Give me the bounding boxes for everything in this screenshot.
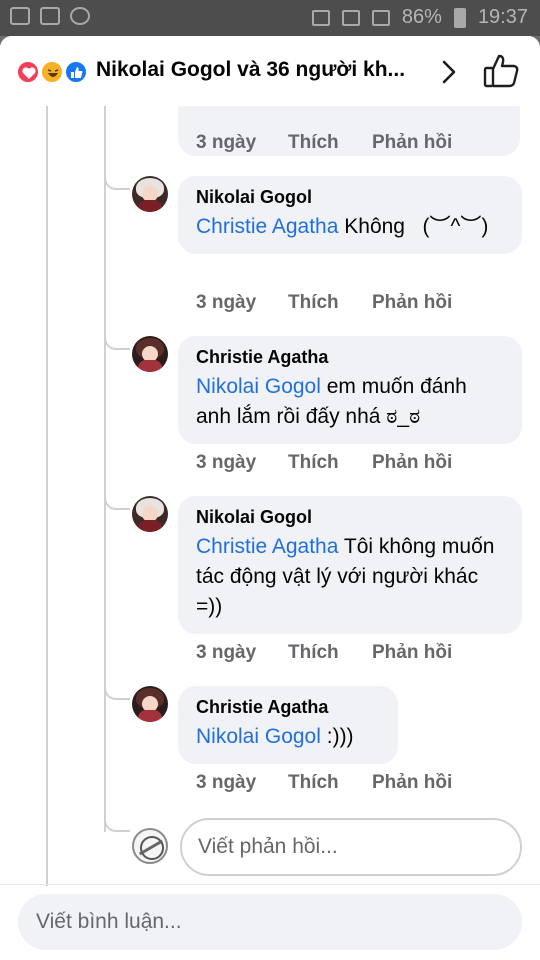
reply-input[interactable]: Viết phản hồi... xyxy=(180,818,522,876)
comment-time: 3 ngày xyxy=(196,132,257,153)
comment-input[interactable]: Viết bình luận... xyxy=(18,894,522,950)
comment-bubble: Nikolai Gogol Christie Agatha Tôi không … xyxy=(178,496,522,634)
reactions-title[interactable]: Nikolai Gogol và 36 người kh... xyxy=(96,58,426,82)
like-link[interactable]: Thích xyxy=(288,132,372,158)
reply-link[interactable]: Phản hồi xyxy=(372,642,452,668)
comment-bubble: Nikolai Gogol Christie Agatha Không (︶^︶… xyxy=(178,176,522,254)
comment-author[interactable]: Nikolai Gogol xyxy=(196,186,504,208)
comment-actions: 3 ngày Thích Phản hồi xyxy=(196,132,452,158)
love-icon xyxy=(16,60,40,84)
comment-text: Christie Agatha Tôi không muốn tác động … xyxy=(196,532,504,622)
mention-link[interactable]: Nikolai Gogol xyxy=(196,375,321,398)
thread-line xyxy=(46,106,48,886)
comment-author[interactable]: Christie Agatha xyxy=(196,346,504,368)
divider xyxy=(0,884,540,885)
reply-link[interactable]: Phản hồi xyxy=(372,772,452,798)
comment-author[interactable]: Nikolai Gogol xyxy=(196,506,504,528)
reaction-summary[interactable] xyxy=(16,60,92,84)
status-bar: 86% 19:37 xyxy=(0,0,540,36)
image-notification-icon xyxy=(40,7,60,25)
like-button-icon[interactable] xyxy=(482,52,520,90)
comment-body: :))) xyxy=(320,725,354,748)
comment-text: Christie Agatha Không (︶^︶) xyxy=(196,212,504,242)
comment-time: 3 ngày xyxy=(196,452,257,473)
comment-time: 3 ngày xyxy=(196,772,257,793)
notification-icon xyxy=(10,7,30,25)
reply-connector xyxy=(104,176,130,190)
mention-link[interactable]: Nikolai Gogol xyxy=(196,725,321,748)
haha-icon xyxy=(40,60,64,84)
app-notification-icon xyxy=(70,7,90,25)
reply-connector xyxy=(104,496,130,510)
comment-actions: 3 ngày Thích Phản hồi xyxy=(196,772,452,798)
current-user-avatar xyxy=(132,828,168,864)
comment-actions: 3 ngày Thích Phản hồi xyxy=(196,452,452,478)
reply-connector xyxy=(104,686,130,700)
like-link[interactable]: Thích xyxy=(288,772,372,798)
reply-connector xyxy=(104,818,130,832)
comments-sheet: Nikolai Gogol và 36 người kh... 3 ngày T… xyxy=(0,36,540,960)
wifi-icon xyxy=(341,9,360,26)
comment-time: 3 ngày xyxy=(196,642,257,663)
comment-time: 3 ngày xyxy=(196,292,257,313)
comment-actions: 3 ngày Thích Phản hồi xyxy=(196,292,452,318)
clock: 19:37 xyxy=(477,6,528,28)
avatar[interactable] xyxy=(132,176,168,212)
reply-connector xyxy=(104,336,130,350)
comment-body: Không (︶^︶) xyxy=(338,215,489,238)
battery-icon xyxy=(453,7,466,28)
battery-percent: 86% xyxy=(401,6,442,28)
mention-link[interactable]: Christie Agatha xyxy=(196,535,338,558)
mention-link[interactable]: Christie Agatha xyxy=(196,215,338,238)
comment-text: Nikolai Gogol :))) xyxy=(196,722,380,752)
comment-bubble: Christie Agatha Nikolai Gogol :))) xyxy=(178,686,398,764)
reactions-header[interactable]: Nikolai Gogol và 36 người kh... xyxy=(0,36,540,106)
comment-actions: 3 ngày Thích Phản hồi xyxy=(196,642,452,668)
like-link[interactable]: Thích xyxy=(288,452,372,478)
avatar[interactable] xyxy=(132,686,168,722)
comment-text: Nikolai Gogol em muốn đánh anh lắm rồi đ… xyxy=(196,372,504,432)
reply-link[interactable]: Phản hồi xyxy=(372,452,452,478)
like-link[interactable]: Thích xyxy=(288,292,372,318)
signal-icon xyxy=(371,9,390,26)
reply-link[interactable]: Phản hồi xyxy=(372,132,452,158)
like-icon xyxy=(64,60,88,84)
reply-link[interactable]: Phản hồi xyxy=(372,292,452,318)
like-link[interactable]: Thích xyxy=(288,642,372,668)
mute-icon xyxy=(311,9,330,26)
comment-author[interactable]: Christie Agatha xyxy=(196,696,380,718)
chevron-right-icon[interactable] xyxy=(436,58,462,86)
avatar[interactable] xyxy=(132,336,168,372)
reply-thread-line xyxy=(104,106,106,832)
comment-bubble: Christie Agatha Nikolai Gogol em muốn đá… xyxy=(178,336,522,444)
avatar[interactable] xyxy=(132,496,168,532)
